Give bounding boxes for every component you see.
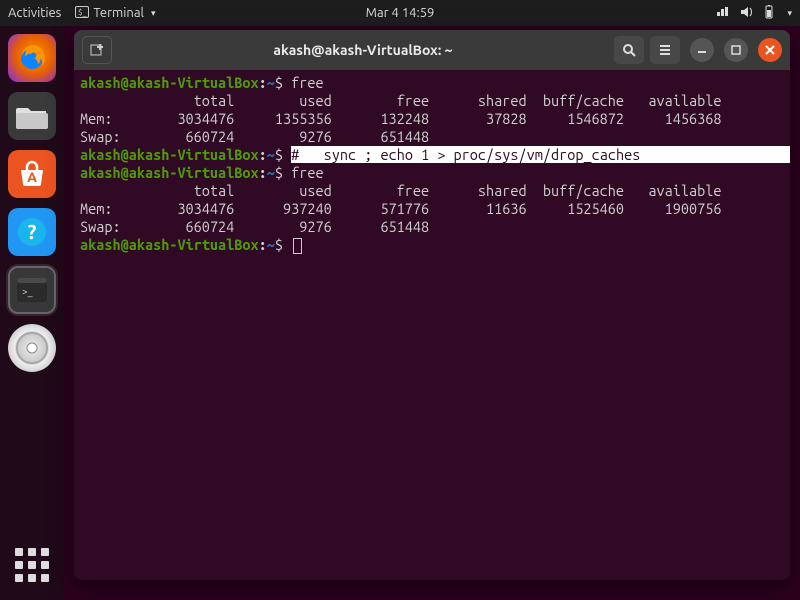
hamburger-icon — [658, 43, 672, 57]
terminal-content[interactable]: akash@akash-VirtualBox:~$ free total use… — [74, 70, 790, 580]
prompt-path: ~ — [267, 74, 275, 91]
chevron-down-icon: ▾ — [787, 8, 792, 19]
free1-mem: Mem: 3034476 1355356 132248 37828 154687… — [80, 110, 721, 127]
app-menu-label: Terminal — [93, 6, 144, 20]
window-title: akash@akash-VirtualBox: ~ — [118, 42, 608, 58]
new-tab-icon — [89, 42, 105, 58]
apps-grid-icon — [11, 544, 53, 586]
minimize-icon — [697, 45, 707, 55]
free2-header: total used free shared buff/cache availa… — [80, 182, 721, 199]
prompt-colon: : — [259, 74, 267, 91]
search-icon — [622, 43, 636, 57]
terminal-window: akash@akash-VirtualBox: ~ akash@akash-Vi… — [74, 30, 790, 580]
new-tab-button[interactable] — [82, 36, 112, 64]
free2-swap: Swap: 660724 9276 651448 — [80, 218, 429, 235]
prompt-dollar: $ — [275, 74, 283, 91]
dock-help[interactable]: ? — [8, 208, 56, 256]
dock-files[interactable] — [8, 92, 56, 140]
dock-firefox[interactable] — [8, 34, 56, 82]
free2-mem: Mem: 3034476 937240 571776 11636 1525460… — [80, 200, 721, 217]
volume-icon — [740, 6, 754, 21]
close-button[interactable] — [758, 38, 782, 62]
app-menu[interactable]: $_ Terminal ▾ — [75, 6, 155, 21]
activities-button[interactable]: Activities — [8, 6, 61, 20]
svg-text:A: A — [27, 169, 37, 185]
dock-disk[interactable] — [8, 324, 56, 372]
prompt-user: akash — [80, 74, 121, 91]
free1-header: total used free shared buff/cache availa… — [80, 92, 721, 109]
close-icon — [765, 45, 775, 55]
maximize-button[interactable] — [724, 38, 748, 62]
prompt-host: akash-VirtualBox — [129, 74, 259, 91]
terminal-cursor — [293, 238, 302, 254]
window-titlebar[interactable]: akash@akash-VirtualBox: ~ — [74, 30, 790, 70]
svg-text:?: ? — [28, 220, 37, 243]
minimize-button[interactable] — [690, 38, 714, 62]
clock[interactable]: Mar 4 14:59 — [366, 6, 435, 20]
prompt-at: @ — [121, 74, 129, 91]
ubuntu-dock: A ? >_ — [0, 26, 64, 600]
gnome-topbar: Activities $_ Terminal ▾ Mar 4 14:59 ▾ — [0, 0, 800, 26]
chevron-down-icon: ▾ — [151, 8, 156, 19]
system-tray[interactable]: ▾ — [716, 5, 792, 22]
dock-terminal[interactable]: >_ — [8, 266, 56, 314]
maximize-icon — [731, 45, 741, 55]
network-icon — [716, 6, 730, 21]
free1-swap: Swap: 660724 9276 651448 — [80, 128, 429, 145]
cmd-free-1: free — [291, 74, 323, 91]
show-applications[interactable] — [11, 544, 53, 586]
search-button[interactable] — [614, 36, 644, 64]
svg-text:>_: >_ — [22, 286, 33, 297]
cmd-free-2: free — [291, 164, 323, 181]
terminal-icon: $_ — [75, 6, 89, 21]
dock-software[interactable]: A — [8, 150, 56, 198]
svg-text:$_: $_ — [78, 8, 87, 17]
battery-icon — [764, 5, 774, 22]
cmd-sync-drop-caches: # sync ; echo 1 > proc/sys/vm/drop_cache… — [291, 146, 790, 163]
hamburger-menu-button[interactable] — [650, 36, 680, 64]
